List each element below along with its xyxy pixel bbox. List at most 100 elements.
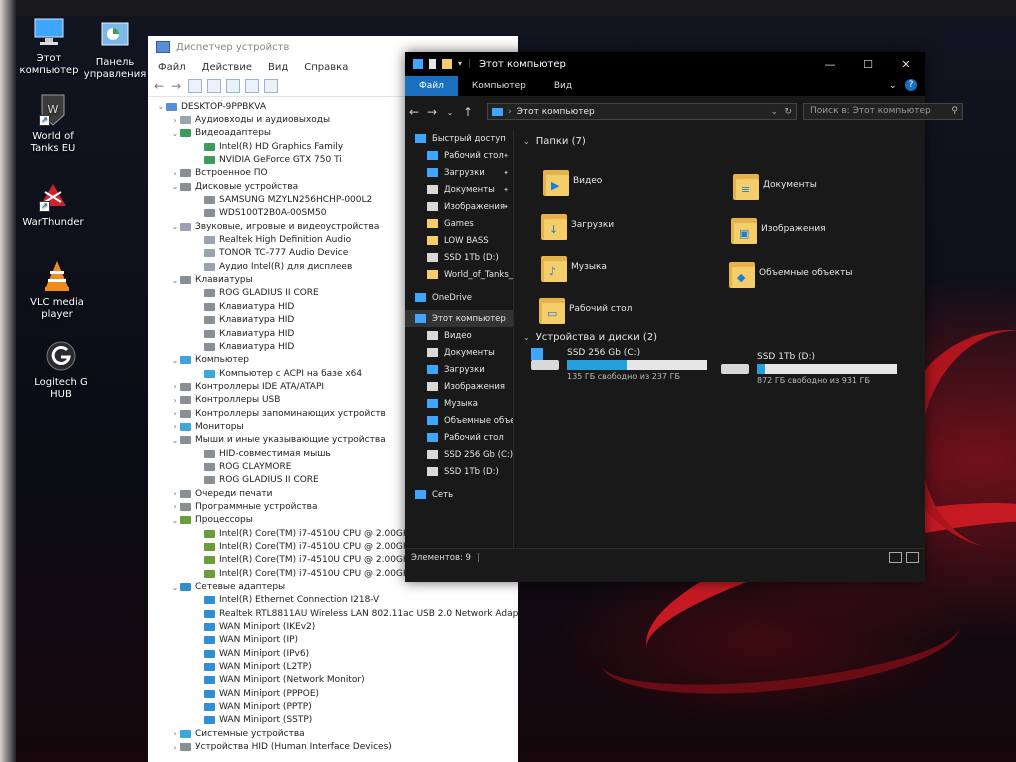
refresh-icon[interactable]: ↻: [784, 107, 792, 117]
desktop-icon-control-panel[interactable]: Панель управления: [78, 18, 152, 81]
folders-section-header[interactable]: ⌄ Папки (7): [523, 132, 923, 150]
close-button[interactable]: ✕: [887, 52, 925, 76]
device-tree-row[interactable]: WAN Miniport (L2TP): [148, 660, 518, 673]
device-tree-row[interactable]: › Устройства HID (Human Interface Devices…: [148, 741, 518, 754]
explorer-window[interactable]: ▾ | Этот компьютер — ☐ ✕ Файл Компьютер …: [405, 52, 963, 582]
desktop-icon-vlc[interactable]: VLC media player: [20, 258, 94, 321]
device-tree-row[interactable]: WAN Miniport (IP): [148, 634, 518, 647]
expanded-chevron-icon[interactable]: ⌄: [170, 222, 180, 231]
folder-item[interactable]: ◆ Объемные объекты: [729, 258, 852, 288]
details-icon[interactable]: [245, 79, 259, 93]
device-tree-row[interactable]: WAN Miniport (PPTP): [148, 700, 518, 713]
properties-icon[interactable]: [188, 79, 202, 93]
collapsed-chevron-icon[interactable]: ›: [170, 116, 180, 125]
back-arrow-icon[interactable]: ←: [405, 105, 423, 119]
nav-item[interactable]: Документы ✦: [405, 181, 513, 198]
folder-item[interactable]: ≡ Документы: [733, 170, 817, 200]
details-view-icon[interactable]: [889, 552, 902, 563]
nav-item[interactable]: Сеть: [405, 486, 513, 503]
desktop-icon-this-pc[interactable]: Этот компьютер: [12, 14, 86, 77]
menu-action[interactable]: Действие: [202, 62, 252, 73]
nav-item[interactable]: Games: [405, 215, 513, 232]
nav-item[interactable]: Изображения ✦: [405, 198, 513, 215]
chevron-down-icon[interactable]: ▾: [458, 59, 462, 69]
expanded-chevron-icon[interactable]: ⌄: [156, 102, 166, 111]
tab-view[interactable]: Вид: [540, 76, 586, 96]
list-view-icon[interactable]: [207, 79, 221, 93]
collapsed-chevron-icon[interactable]: ›: [170, 169, 180, 178]
device-tree-row[interactable]: Realtek RTL8811AU Wireless LAN 802.11ac …: [148, 607, 518, 620]
search-input[interactable]: Поиск в: Этот компьютер ⚲: [803, 103, 963, 120]
pin-icon[interactable]: ✦: [503, 152, 509, 160]
new-folder-icon[interactable]: [442, 59, 452, 69]
menu-view[interactable]: Вид: [268, 62, 288, 73]
collapsed-chevron-icon[interactable]: ›: [170, 409, 180, 418]
nav-item[interactable]: Загрузки ✦: [405, 164, 513, 181]
desktop-icon-logitech-ghub[interactable]: Logitech G HUB: [24, 338, 98, 401]
nav-item[interactable]: Загрузки: [405, 361, 513, 378]
help-button[interactable]: ?: [905, 79, 917, 91]
pin-icon[interactable]: ✦: [503, 203, 509, 211]
devices-section-header[interactable]: ⌄ Устройства и диски (2): [523, 328, 657, 346]
expanded-chevron-icon[interactable]: ⌄: [170, 182, 180, 191]
nav-item[interactable]: OneDrive: [405, 289, 513, 306]
collapsed-chevron-icon[interactable]: ›: [170, 489, 180, 498]
expanded-chevron-icon[interactable]: ⌄: [170, 436, 180, 445]
expanded-chevron-icon[interactable]: ⌄: [170, 583, 180, 592]
desktop-icon-world-of-tanks[interactable]: W ↗ World of Tanks EU: [16, 92, 90, 155]
forward-arrow-icon[interactable]: →: [423, 105, 441, 119]
nav-item[interactable]: Музыка: [405, 395, 513, 412]
folder-item[interactable]: ↓ Загрузки: [541, 210, 614, 240]
device-tree-row[interactable]: Intel(R) Ethernet Connection I218-V: [148, 594, 518, 607]
desktop-icon-warthunder[interactable]: ↗ WarThunder: [16, 178, 90, 229]
expanded-chevron-icon[interactable]: ⌄: [170, 129, 180, 138]
pin-icon[interactable]: ✦: [503, 186, 509, 194]
drive-item[interactable]: SSD 256 Gb (C:) 135 ГБ свободно из 237 ГБ: [529, 348, 707, 381]
large-icons-view-icon[interactable]: [906, 552, 919, 563]
chevron-down-icon[interactable]: ⌄: [889, 80, 897, 91]
nav-item[interactable]: Видео: [405, 327, 513, 344]
drive-item[interactable]: SSD 1Tb (D:) 872 ГБ свободно из 931 ГБ: [719, 352, 897, 385]
forward-arrow-icon[interactable]: →: [171, 80, 183, 92]
nav-item[interactable]: SSD 1Tb (D:): [405, 249, 513, 266]
nav-item[interactable]: World_of_Tanks_EU: [405, 266, 513, 283]
folder-item[interactable]: ▣ Изображения: [731, 214, 826, 244]
nav-item[interactable]: Рабочий стол: [405, 429, 513, 446]
folder-item[interactable]: ▶ Видео: [543, 166, 602, 196]
nav-item[interactable]: SSD 1Tb (D:): [405, 463, 513, 480]
chevron-down-icon[interactable]: ⌄: [770, 107, 778, 117]
pin-icon[interactable]: ✦: [503, 169, 509, 177]
address-bar[interactable]: › Этот компьютер ⌄ ↻: [487, 103, 797, 120]
device-tree-row[interactable]: WAN Miniport (IPv6): [148, 647, 518, 660]
nav-item[interactable]: Этот компьютер: [405, 310, 513, 327]
device-tree-row[interactable]: WAN Miniport (PPPOE): [148, 687, 518, 700]
collapsed-chevron-icon[interactable]: ›: [170, 382, 180, 391]
collapsed-chevron-icon[interactable]: ›: [170, 422, 180, 431]
scan-hardware-icon[interactable]: [264, 79, 278, 93]
maximize-button[interactable]: ☐: [849, 52, 887, 76]
menu-help[interactable]: Справка: [304, 62, 348, 73]
tab-computer[interactable]: Компьютер: [458, 76, 540, 96]
expanded-chevron-icon[interactable]: ⌄: [170, 516, 180, 525]
up-arrow-icon[interactable]: ↑: [459, 105, 477, 119]
nav-item[interactable]: Быстрый доступ: [405, 130, 513, 147]
collapsed-chevron-icon[interactable]: ›: [170, 502, 180, 511]
folder-item[interactable]: ♪ Музыка: [541, 252, 607, 282]
nav-item[interactable]: LOW BASS: [405, 232, 513, 249]
folder-item[interactable]: ▭ Рабочий стол: [539, 294, 632, 324]
explorer-titlebar[interactable]: ▾ | Этот компьютер — ☐ ✕: [405, 52, 925, 76]
collapsed-chevron-icon[interactable]: ›: [170, 729, 180, 738]
help-icon[interactable]: [226, 79, 240, 93]
nav-item[interactable]: Изображения: [405, 378, 513, 395]
device-tree-row[interactable]: › Системные устройства: [148, 727, 518, 740]
expanded-chevron-icon[interactable]: ⌄: [170, 356, 180, 365]
device-tree-row[interactable]: ⌄ Сетевые адаптеры: [148, 580, 518, 593]
collapsed-chevron-icon[interactable]: ›: [170, 743, 180, 752]
recent-locations-icon[interactable]: ⌄: [441, 108, 459, 117]
device-tree-row[interactable]: WAN Miniport (Network Monitor): [148, 674, 518, 687]
tab-file[interactable]: Файл: [405, 76, 458, 96]
collapsed-chevron-icon[interactable]: ›: [170, 396, 180, 405]
nav-item[interactable]: SSD 256 Gb (C:): [405, 446, 513, 463]
expanded-chevron-icon[interactable]: ⌄: [170, 276, 180, 285]
nav-item[interactable]: Документы: [405, 344, 513, 361]
